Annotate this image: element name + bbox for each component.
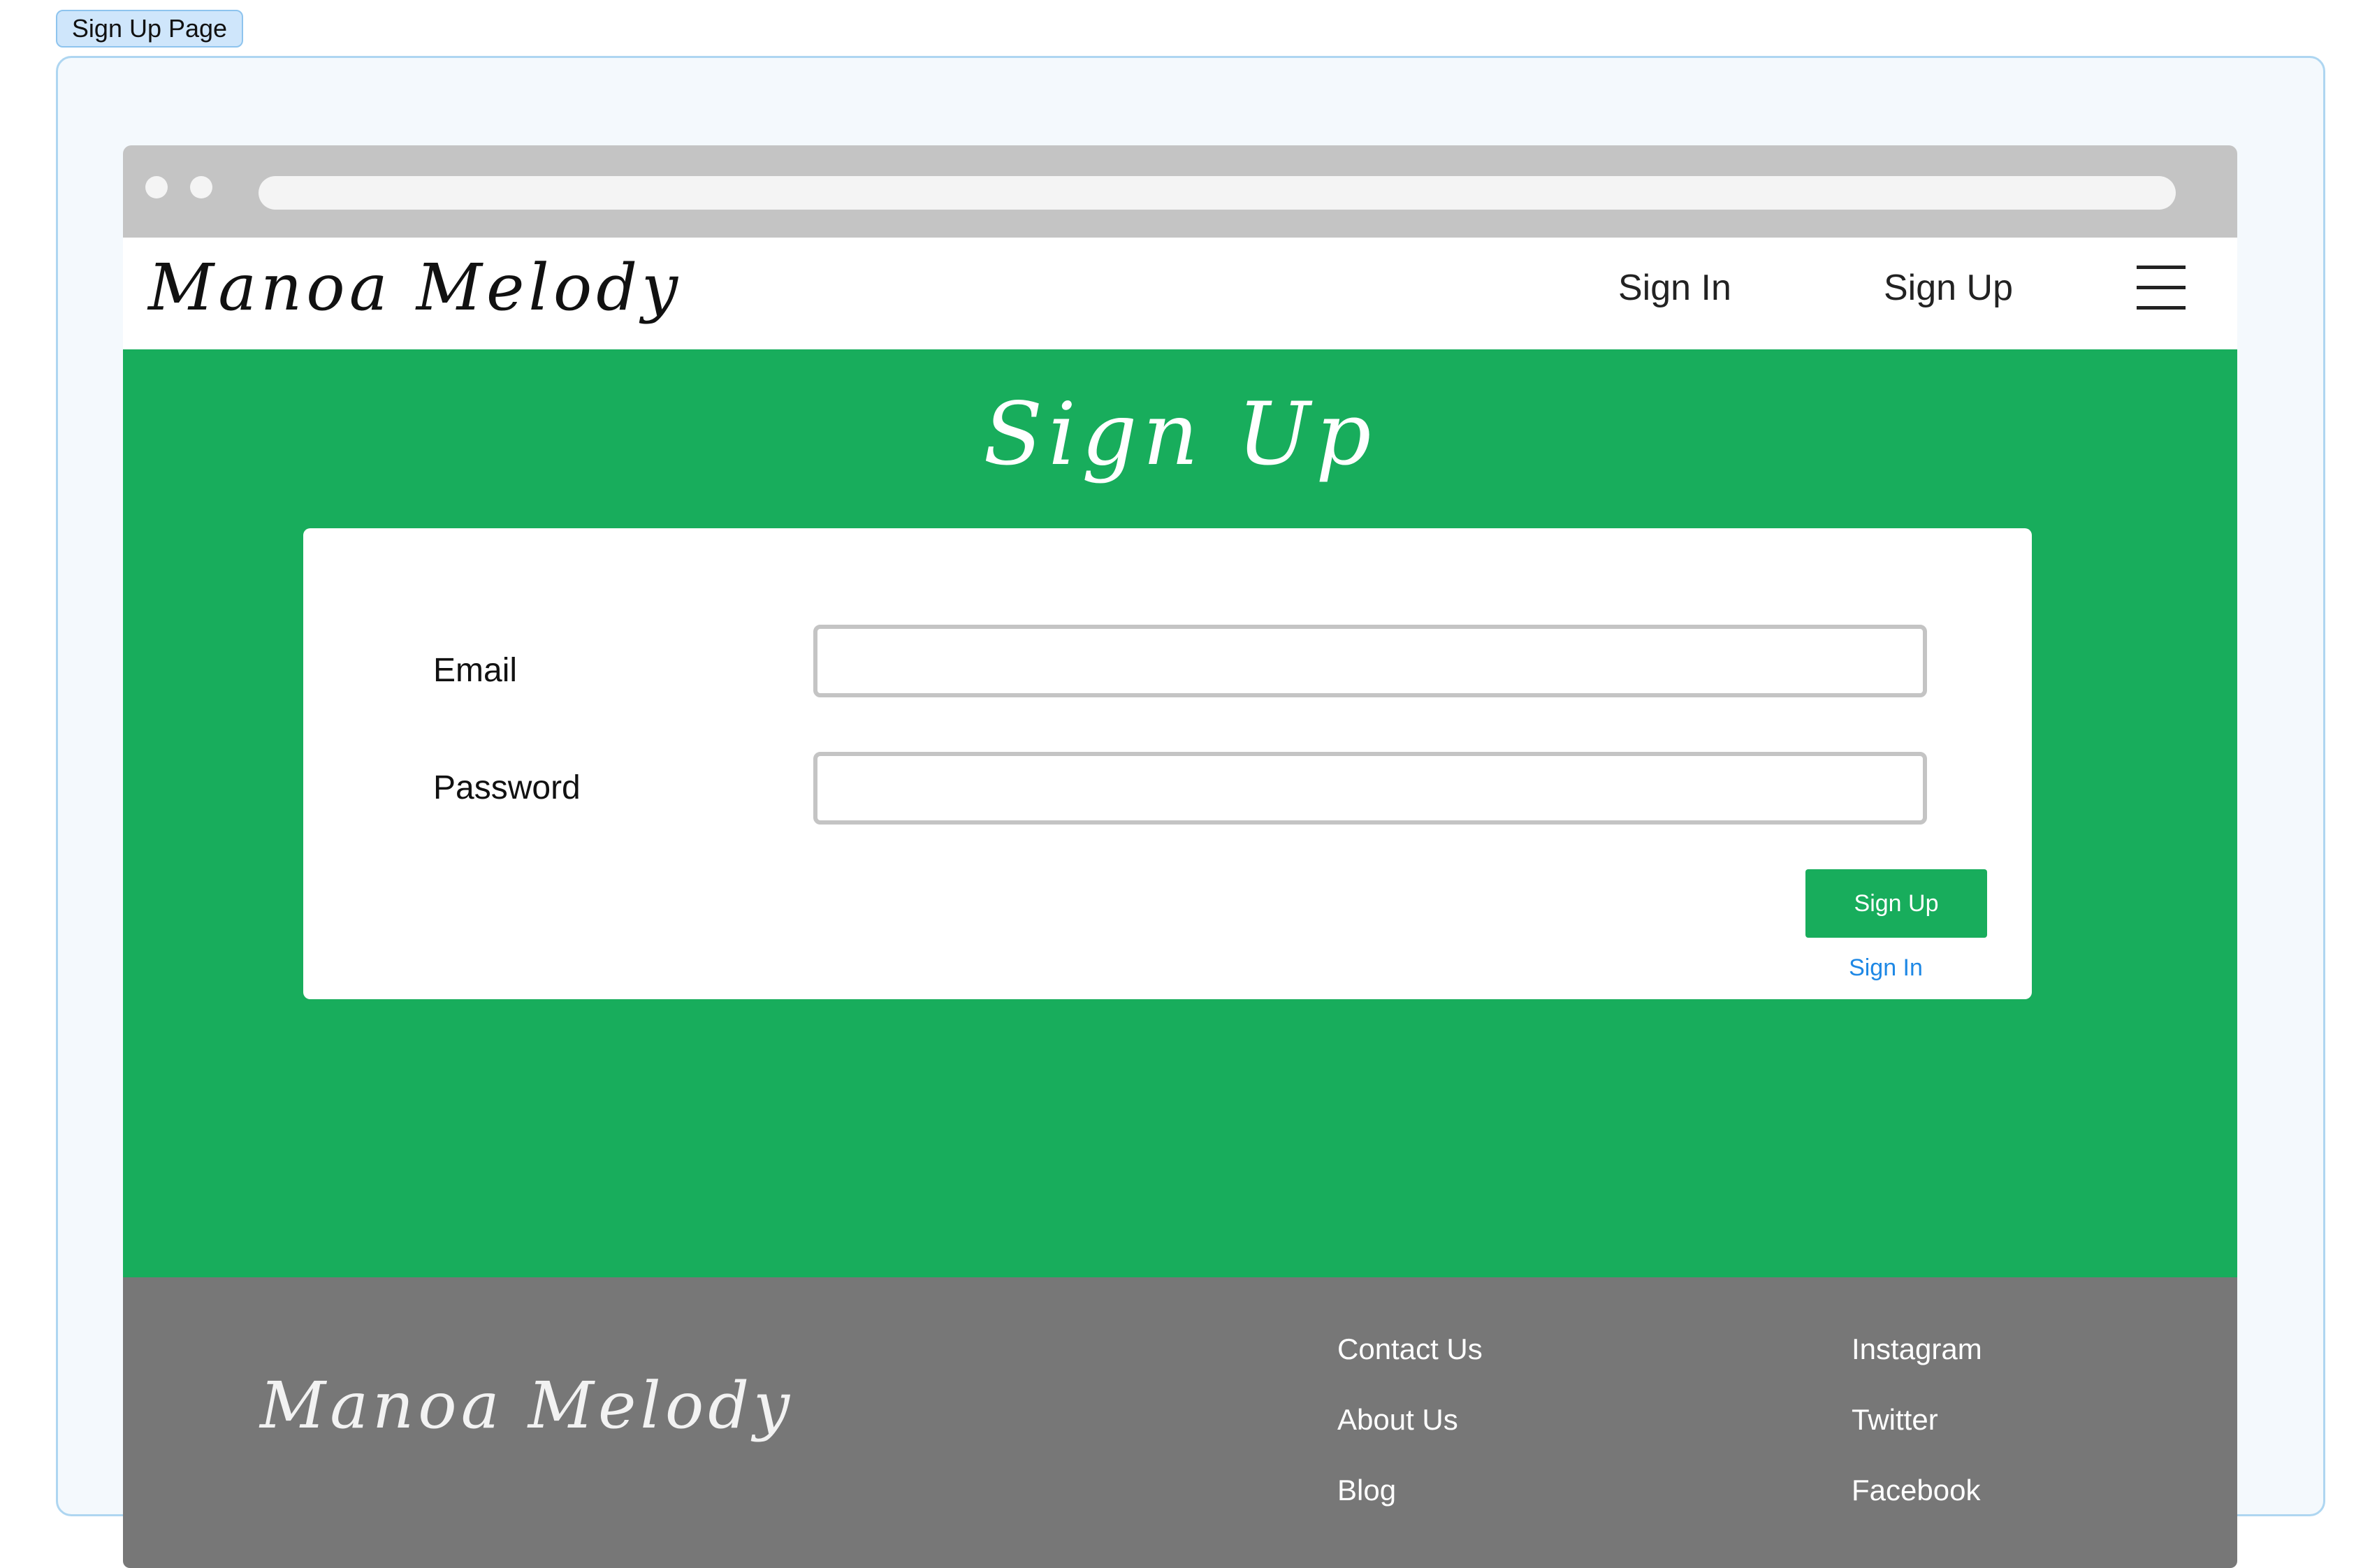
hamburger-menu-icon[interactable] xyxy=(2137,266,2186,310)
hero-section: Sign Up Email Password Sign Up Sign In xyxy=(123,349,2237,1277)
nav-link-sign-up[interactable]: Sign Up xyxy=(1884,267,2013,309)
email-field[interactable] xyxy=(813,625,1927,697)
footer-social-column: Instagram Twitter Facebook xyxy=(1852,1332,1982,1544)
sign-up-button[interactable]: Sign Up xyxy=(1805,869,1987,938)
password-field[interactable] xyxy=(813,752,1927,825)
window-dot-icon xyxy=(190,176,212,198)
brand-logo[interactable]: Manoa Melody xyxy=(148,250,682,325)
email-label: Email xyxy=(433,652,518,689)
sign-in-link[interactable]: Sign In xyxy=(1805,954,1966,982)
footer-logo: Manoa Melody xyxy=(260,1368,794,1443)
password-label: Password xyxy=(433,769,581,806)
footer-link-instagram[interactable]: Instagram xyxy=(1852,1332,1982,1402)
footer-link-about-us[interactable]: About Us xyxy=(1337,1402,1483,1473)
page-title: Sign Up xyxy=(983,384,1377,485)
footer-links-column: Contact Us About Us Blog xyxy=(1337,1332,1483,1544)
footer-link-facebook[interactable]: Facebook xyxy=(1852,1473,1982,1544)
footer-link-blog[interactable]: Blog xyxy=(1337,1473,1483,1544)
footer-link-twitter[interactable]: Twitter xyxy=(1852,1402,1982,1473)
browser-window: Manoa Melody Sign In Sign Up Sign Up Ema… xyxy=(123,145,2237,1568)
footer-link-contact-us[interactable]: Contact Us xyxy=(1337,1332,1483,1402)
navbar: Manoa Melody Sign In Sign Up xyxy=(123,238,2237,349)
nav-link-sign-in[interactable]: Sign In xyxy=(1618,267,1731,309)
window-dot-icon xyxy=(145,176,168,198)
address-bar[interactable] xyxy=(259,176,2176,210)
signup-form-card: Email Password Sign Up Sign In xyxy=(303,528,2032,999)
page-tag: Sign Up Page xyxy=(56,10,243,48)
footer: Manoa Melody Contact Us About Us Blog In… xyxy=(123,1277,2237,1568)
browser-chrome-bar xyxy=(123,145,2237,238)
